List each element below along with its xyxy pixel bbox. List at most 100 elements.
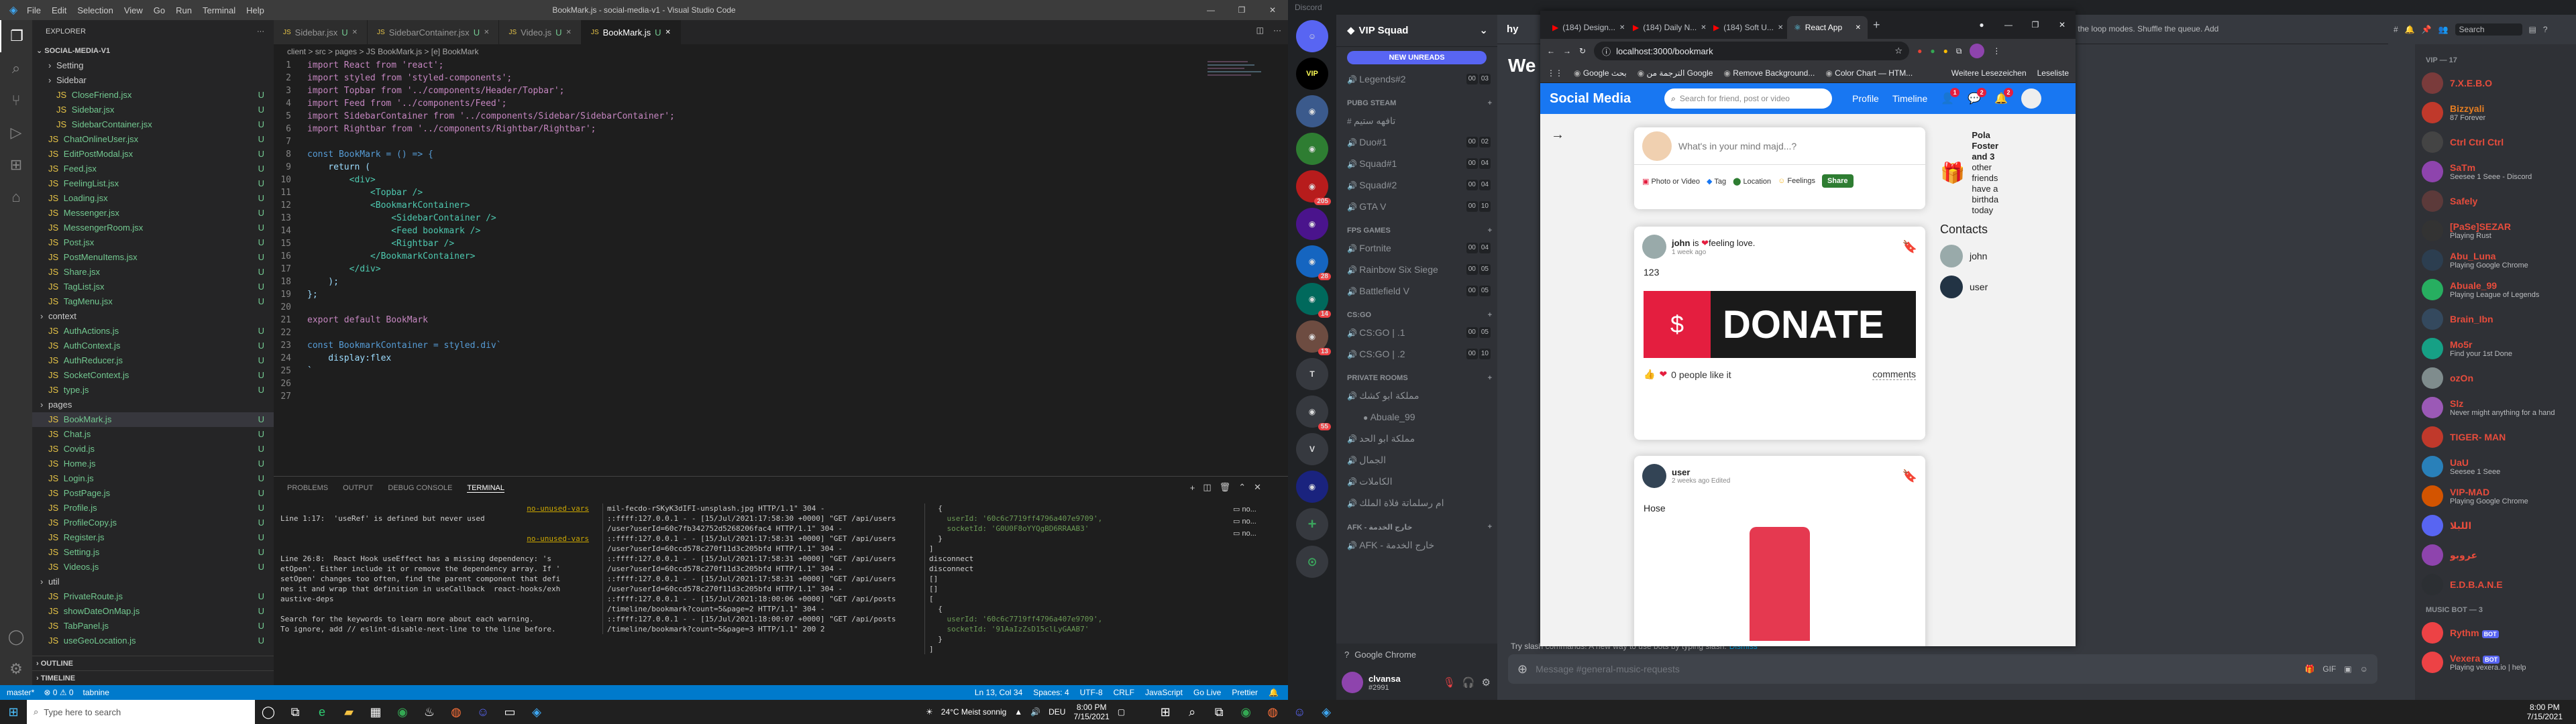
deafen-icon[interactable]: 🎧: [1462, 676, 1475, 688]
bell-icon[interactable]: 🔔 2: [1994, 88, 2013, 105]
forward-icon[interactable]: →: [1563, 46, 1571, 56]
channel-item[interactable]: 🔊 Squad#1 00 04: [1336, 153, 1497, 174]
avatar[interactable]: [1970, 44, 1985, 58]
file-item[interactable]: JS TagList.jsx U: [32, 280, 274, 294]
add-channel-icon[interactable]: +: [1488, 374, 1492, 382]
bookmark-item[interactable]: ◉ Google بحث: [1574, 68, 1627, 78]
bookmark-item[interactable]: ◉ الترجمة من Google: [1638, 68, 1713, 78]
comments-link[interactable]: comments: [1872, 369, 1916, 380]
edge-icon[interactable]: e: [309, 700, 335, 724]
terminal-instance[interactable]: ▭ no...: [1233, 503, 1287, 516]
file-item[interactable]: JS AuthActions.js U: [32, 324, 274, 339]
search-input[interactable]: Search: [2455, 23, 2522, 36]
file-item[interactable]: JS Sidebar.jsx U: [32, 103, 274, 117]
file-item[interactable]: JS Post.jsx U: [32, 235, 274, 250]
add-channel-icon[interactable]: +: [1488, 227, 1492, 235]
member-item[interactable]: Abu_Luna Playing Google Chrome: [2415, 245, 2576, 275]
bookmark-item[interactable]: ◉ Remove Background...: [1723, 68, 1815, 78]
file-item[interactable]: JS Home.js U: [32, 457, 274, 471]
browser-tab[interactable]: ⚛ React App ✕: [1787, 16, 1868, 39]
explore-icon[interactable]: ⊙: [1296, 546, 1328, 578]
file-item[interactable]: JS AuthReducer.js U: [32, 353, 274, 368]
channel-category[interactable]: PUBG STEAM +: [1336, 90, 1497, 110]
emoji-icon[interactable]: ☺: [2360, 664, 2368, 674]
status-item[interactable]: Ln 13, Col 34: [975, 688, 1022, 697]
task-view-icon[interactable]: ⧉: [282, 700, 309, 724]
server-icon[interactable]: ◉: [1296, 471, 1328, 503]
extension-icon[interactable]: ●: [1930, 46, 1935, 56]
message-input[interactable]: Message #general-music-requests: [1536, 664, 1680, 674]
folder-item[interactable]: › Sidebar: [32, 73, 274, 88]
file-item[interactable]: JS MessengerRoom.jsx U: [32, 221, 274, 235]
server-t[interactable]: T: [1296, 358, 1328, 390]
editor-tab[interactable]: JS Sidebar.jsx U ✕: [274, 20, 368, 44]
nav-timeline[interactable]: Timeline: [1892, 93, 1927, 104]
discord-icon[interactable]: ☺: [470, 700, 496, 724]
gear-icon[interactable]: ⚙: [0, 653, 32, 685]
server-icon[interactable]: ◉ 205: [1296, 170, 1331, 205]
photo-option[interactable]: ▣ Photo or Video: [1642, 177, 1700, 186]
notifications-icon[interactable]: ▢: [1118, 707, 1125, 717]
network-icon[interactable]: ▲: [1014, 707, 1022, 717]
file-item[interactable]: JS PostMenuItems.jsx U: [32, 250, 274, 265]
more-actions-icon[interactable]: ···: [1273, 25, 1281, 35]
post-author[interactable]: user: [1672, 467, 1690, 477]
code-editor[interactable]: 1 import React from 'react'; 2 import style…: [274, 59, 1288, 468]
folder-item[interactable]: › util: [32, 575, 274, 589]
bookmark-item[interactable]: ◉ Color Chart — HTM...: [1825, 68, 1913, 78]
close-icon[interactable]: ✕: [2049, 20, 2076, 29]
status-item[interactable]: ⊗ 0 ⚠ 0: [44, 688, 73, 697]
server-icon[interactable]: ◉: [1296, 133, 1328, 165]
project-header[interactable]: ⌄ SOCIAL-MEDIA-V1: [32, 44, 274, 58]
new-unreads-pill[interactable]: NEW UNREADS: [1347, 51, 1487, 64]
channel-item[interactable]: 🔊 Legends#2 00 03: [1336, 68, 1497, 90]
menu-icon[interactable]: ⋮: [1992, 46, 2000, 56]
close-icon[interactable]: ✕: [1257, 5, 1288, 15]
editor-tab[interactable]: JS SidebarContainer.jsx U ✕: [368, 20, 500, 44]
terminal-icon[interactable]: ▭: [496, 700, 523, 724]
file-item[interactable]: JS TagMenu.jsx U: [32, 294, 274, 309]
gif-icon[interactable]: GIF: [2322, 664, 2336, 674]
server-vip[interactable]: VIP: [1296, 58, 1328, 90]
extension-icon[interactable]: ●: [1943, 46, 1948, 56]
folder-item[interactable]: › Setting: [32, 58, 274, 73]
file-item[interactable]: JS ChatOnlineUser.jsx U: [32, 132, 274, 147]
editor-tab[interactable]: JS Video.js U ✕: [499, 20, 582, 44]
reload-icon[interactable]: ↻: [1579, 46, 1586, 56]
split-editor-icon[interactable]: ◫: [1256, 25, 1264, 35]
member-item[interactable]: TIGER- MAN: [2415, 422, 2576, 452]
status-item[interactable]: Go Live: [1193, 688, 1221, 697]
file-item[interactable]: JS type.js U: [32, 383, 274, 398]
more-icon[interactable]: ···: [257, 20, 264, 44]
taskbar-search[interactable]: ⌕ Type here to search: [27, 700, 255, 724]
close-icon[interactable]: ✕: [1701, 24, 1706, 32]
inbox-icon[interactable]: ▤: [2529, 25, 2536, 34]
add-channel-icon[interactable]: +: [1488, 523, 1492, 532]
status-item[interactable]: Spaces: 4: [1033, 688, 1069, 697]
channel-category[interactable]: PRIVATE ROOMS +: [1336, 365, 1497, 385]
clock[interactable]: 8:00 PM 7/15/2021: [2527, 703, 2563, 721]
file-item[interactable]: JS BookMark.js U: [32, 412, 274, 427]
app-search[interactable]: ⌕ Search for friend, post or video: [1664, 88, 1833, 109]
back-arrow-icon[interactable]: →: [1551, 127, 1564, 143]
terminal-instance[interactable]: ▭ no...: [1233, 516, 1287, 528]
reading-list[interactable]: Leseliste: [2037, 68, 2069, 78]
explorer-icon[interactable]: ▰: [335, 700, 362, 724]
search-icon[interactable]: ⌕: [1179, 700, 1205, 724]
file-item[interactable]: JS CloseFriend.jsx U: [32, 88, 274, 103]
avatar[interactable]: [1642, 235, 1666, 259]
member-item[interactable]: SaTm Seesee 1 Seee - Discord: [2415, 157, 2576, 186]
extensions-puzzle-icon[interactable]: ⧉: [1956, 46, 1962, 56]
timeline-section[interactable]: › TIMELINE: [32, 670, 274, 685]
panel-tab[interactable]: TERMINAL: [467, 484, 504, 493]
share-button[interactable]: Share: [1821, 174, 1854, 188]
channel-item[interactable]: 🔊 Rainbow Six Siege 00 05: [1336, 259, 1497, 280]
bookmark-icon[interactable]: 🔖: [1902, 240, 1917, 254]
file-item[interactable]: JS Setting.js U: [32, 545, 274, 560]
server-icon[interactable]: ◉ 28: [1296, 245, 1331, 280]
cortana-icon[interactable]: ◯: [255, 700, 282, 724]
profile-circle-icon[interactable]: ●: [1968, 20, 1995, 29]
vscode-icon[interactable]: ◈: [523, 700, 550, 724]
browser-tab[interactable]: ▶ (184) Design... ✕: [1546, 16, 1626, 39]
panel-tab[interactable]: PROBLEMS: [287, 484, 328, 492]
